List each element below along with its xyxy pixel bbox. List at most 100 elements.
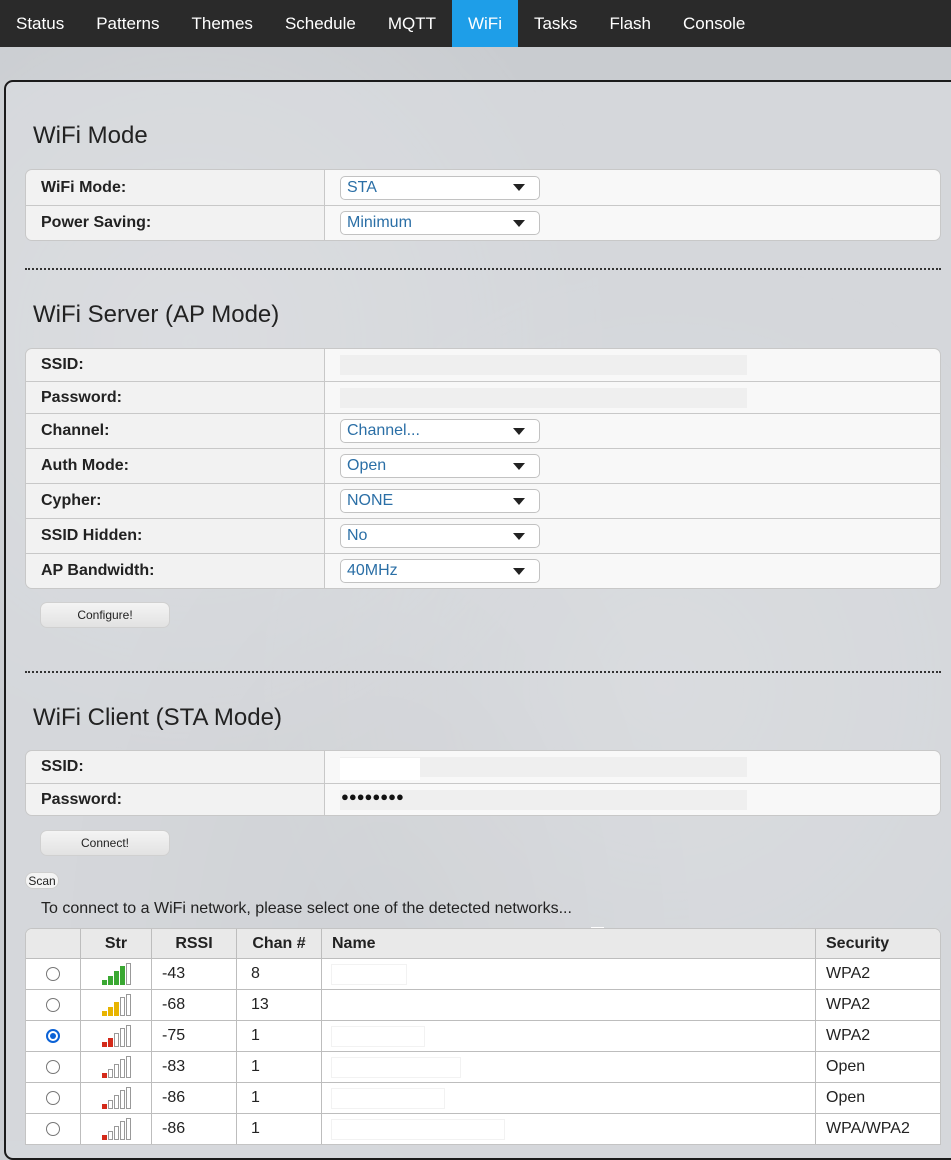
signal-bar — [101, 1104, 107, 1109]
chevron-down-icon — [513, 532, 525, 540]
chevron-down-icon — [513, 567, 525, 575]
header-channel: Chan # — [236, 929, 321, 958]
ssid-hidden-select[interactable]: No — [340, 524, 540, 548]
wifi-mode-label: WiFi Mode: — [26, 170, 325, 205]
row-select-cell — [26, 959, 80, 989]
power-saving-select[interactable]: Minimum — [340, 211, 540, 235]
nav-patterns[interactable]: Patterns — [80, 0, 175, 47]
row-security: WPA2 — [815, 1021, 940, 1051]
ap-ssid-input[interactable] — [340, 355, 747, 375]
signal-bar — [113, 1095, 119, 1109]
row-channel: 1 — [236, 1083, 321, 1113]
signal-bar — [113, 1033, 119, 1047]
wifi-mode-form: WiFi Mode: STA Power Saving: Minimum — [25, 169, 941, 241]
network-radio[interactable] — [46, 1029, 60, 1043]
scan-button[interactable]: Scan — [25, 872, 59, 889]
row-name-cell — [321, 1083, 815, 1113]
row-select-cell — [26, 1052, 80, 1082]
signal-bar — [107, 1131, 113, 1140]
cypher-value: NONE — [347, 492, 394, 509]
auth-mode-select[interactable]: Open — [340, 454, 540, 478]
row-rssi: -86 — [151, 1083, 236, 1113]
table-row[interactable]: -43 8 WPA2 — [26, 958, 940, 989]
signal-bar — [107, 1100, 113, 1109]
form-row-sta-password: Password: ●●●●●●●● — [26, 783, 940, 815]
network-radio[interactable] — [46, 1060, 60, 1074]
signal-bar — [119, 997, 125, 1016]
power-saving-cell: Minimum — [325, 206, 940, 240]
nav-status[interactable]: Status — [0, 0, 80, 47]
row-channel: 1 — [236, 1114, 321, 1144]
password-dots: ●●●●●●●● — [341, 788, 404, 804]
signal-bar — [125, 994, 131, 1016]
signal-bar — [113, 1002, 119, 1016]
row-channel: 1 — [236, 1052, 321, 1082]
form-row-cypher: Cypher: NONE — [26, 483, 940, 518]
configure-button[interactable]: Configure! — [40, 602, 170, 628]
cypher-cell: NONE — [325, 484, 940, 518]
signal-bar — [113, 1126, 119, 1140]
network-table-header: Str RSSI Chan # Name Security — [26, 929, 940, 958]
signal-bar — [101, 1011, 107, 1016]
nav-console[interactable]: Console — [667, 0, 761, 47]
signal-strength-icon — [101, 994, 131, 1016]
section-divider — [25, 268, 941, 270]
network-radio[interactable] — [46, 967, 60, 981]
row-name — [332, 1119, 504, 1139]
wifi-mode-select[interactable]: STA — [340, 175, 540, 200]
row-name-cell — [321, 959, 815, 989]
signal-strength-icon — [101, 1118, 131, 1140]
table-row[interactable]: -86 1 Open — [26, 1082, 940, 1113]
form-row-ap-bandwidth: AP Bandwidth: 40MHz — [26, 553, 940, 588]
chevron-down-icon — [513, 462, 525, 470]
nav-tasks[interactable]: Tasks — [518, 0, 593, 47]
nav-mqtt[interactable]: MQTT — [372, 0, 452, 47]
chevron-down-icon — [513, 497, 525, 505]
signal-bar — [125, 963, 131, 985]
auth-mode-cell: Open — [325, 449, 940, 483]
nav-schedule[interactable]: Schedule — [269, 0, 372, 47]
signal-bar — [107, 976, 113, 985]
ap-ssid-cell — [325, 349, 940, 381]
form-row-channel: Channel: Channel... — [26, 413, 940, 448]
network-radio[interactable] — [46, 998, 60, 1012]
ssid-hidden-value: No — [347, 527, 368, 544]
nav-flash[interactable]: Flash — [593, 0, 667, 47]
nav-wifi[interactable]: WiFi — [451, 0, 518, 47]
cypher-select[interactable]: NONE — [340, 489, 540, 513]
header-security: Security — [815, 929, 940, 958]
row-strength-cell — [80, 1114, 151, 1144]
signal-bar — [107, 1038, 113, 1047]
row-security: WPA/WPA2 — [815, 1114, 940, 1144]
sta-ssid-input[interactable] — [340, 757, 747, 780]
row-name-cell — [321, 1114, 815, 1144]
row-name-cell — [321, 1021, 815, 1051]
row-rssi: -83 — [151, 1052, 236, 1082]
row-channel: 8 — [236, 959, 321, 989]
row-channel: 13 — [236, 990, 321, 1020]
channel-value: Channel... — [347, 422, 420, 439]
table-row[interactable]: -86 1 WPA/WPA2 — [26, 1113, 940, 1144]
nav-themes[interactable]: Themes — [176, 0, 269, 47]
form-row-auth-mode: Auth Mode: Open — [26, 448, 940, 483]
ap-password-input[interactable] — [340, 387, 747, 408]
signal-strength-icon — [101, 1087, 131, 1109]
row-name-cell — [321, 990, 815, 1020]
network-radio[interactable] — [46, 1091, 60, 1105]
sta-password-input[interactable]: ●●●●●●●● — [340, 788, 747, 810]
signal-bar — [101, 1042, 107, 1047]
signal-strength-icon — [101, 963, 131, 985]
table-row[interactable]: -75 1 WPA2 — [26, 1020, 940, 1051]
ap-bandwidth-select[interactable]: 40MHz — [340, 559, 540, 583]
network-radio[interactable] — [46, 1122, 60, 1136]
form-row-power-saving: Power Saving: Minimum — [26, 205, 940, 240]
table-row[interactable]: -83 1 Open — [26, 1051, 940, 1082]
connect-button[interactable]: Connect! — [40, 830, 170, 856]
header-strength: Str — [80, 929, 151, 958]
signal-strength-icon — [101, 1056, 131, 1078]
sta-ssid-cell — [325, 751, 940, 783]
channel-select[interactable]: Channel... — [340, 419, 540, 443]
table-row[interactable]: -68 13 WPA2 — [26, 989, 940, 1020]
signal-bar — [125, 1087, 131, 1109]
row-security: WPA2 — [815, 990, 940, 1020]
